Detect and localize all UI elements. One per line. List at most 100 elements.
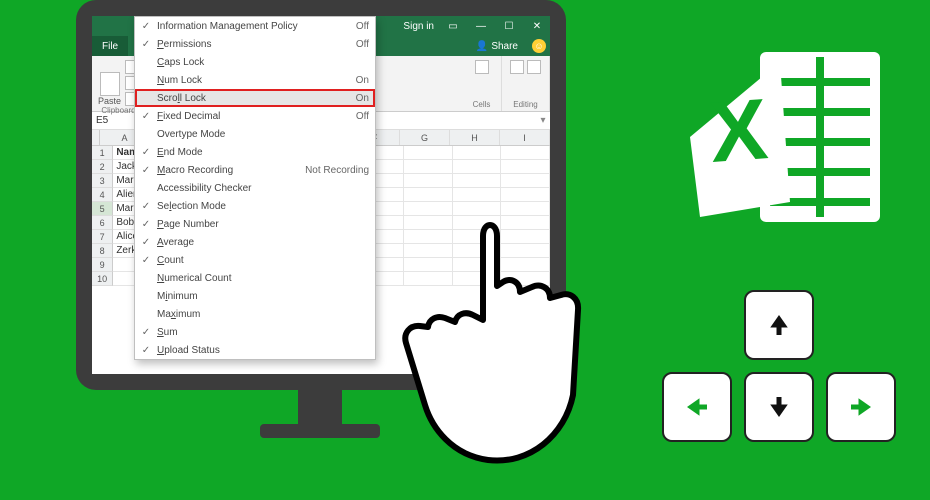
status-menu-item[interactable]: ✓End Mode xyxy=(135,143,375,161)
row-header[interactable]: 9 xyxy=(92,258,113,272)
status-menu-item[interactable]: Numerical Count xyxy=(135,269,375,287)
column-header[interactable]: I xyxy=(500,130,550,145)
editing-group: Editing xyxy=(502,56,550,111)
sort-filter-icon[interactable] xyxy=(527,60,541,74)
status-menu-item[interactable]: Num LockOn xyxy=(135,71,375,89)
row-header[interactable]: 8 xyxy=(92,244,113,258)
status-menu-label: Scroll Lock xyxy=(153,93,352,104)
share-button[interactable]: 👤 Share xyxy=(468,36,526,56)
cells-group-label: Cells xyxy=(473,100,491,109)
status-menu-item[interactable]: ✓PermissionsOff xyxy=(135,35,375,53)
status-menu-value: Off xyxy=(352,111,369,122)
paste-label: Paste xyxy=(98,96,121,106)
status-menu-label: Sum xyxy=(153,327,369,338)
row-header[interactable]: 5 xyxy=(92,202,113,216)
status-menu-item[interactable]: ✓Average xyxy=(135,233,375,251)
status-menu-item[interactable]: ✓Macro RecordingNot Recording xyxy=(135,161,375,179)
check-icon: ✓ xyxy=(139,21,153,32)
row-header[interactable]: 4 xyxy=(92,188,113,202)
check-icon: ✓ xyxy=(139,39,153,50)
status-menu-item[interactable]: Caps Lock xyxy=(135,53,375,71)
status-menu-item[interactable]: ✓Selection Mode xyxy=(135,197,375,215)
arrow-key-down[interactable] xyxy=(744,372,814,442)
smiley-feedback-icon[interactable]: ☺ xyxy=(532,39,546,53)
row-header[interactable]: 3 xyxy=(92,174,113,188)
row-header[interactable]: 10 xyxy=(92,272,113,286)
status-menu-item[interactable]: Overtype Mode xyxy=(135,125,375,143)
check-icon: ✓ xyxy=(139,255,153,266)
status-menu-label: Macro Recording xyxy=(153,165,301,176)
cell[interactable] xyxy=(404,160,453,174)
cell[interactable] xyxy=(501,188,550,202)
status-menu-label: Overtype Mode xyxy=(153,129,369,140)
cell[interactable] xyxy=(404,188,453,202)
status-menu-item[interactable]: ✓Count xyxy=(135,251,375,269)
pointing-hand-cursor xyxy=(380,210,600,475)
formula-bar-expand-icon[interactable]: ▾ xyxy=(536,115,550,126)
status-menu-item[interactable]: ✓Information Management PolicyOff xyxy=(135,17,375,35)
row-header[interactable]: 6 xyxy=(92,216,113,230)
status-menu-item[interactable]: Minimum xyxy=(135,287,375,305)
monitor-stand xyxy=(260,388,380,448)
cell[interactable] xyxy=(453,174,502,188)
cell[interactable] xyxy=(404,174,453,188)
arrow-key-right[interactable] xyxy=(826,372,896,442)
cell[interactable] xyxy=(453,146,502,160)
status-menu-item[interactable]: ✓Fixed DecimalOff xyxy=(135,107,375,125)
editing-group-label: Editing xyxy=(513,100,537,109)
column-header[interactable]: G xyxy=(400,130,450,145)
share-label: Share xyxy=(491,41,518,52)
maximize-icon[interactable]: ☐ xyxy=(500,19,518,33)
row-header[interactable]: 2 xyxy=(92,160,113,174)
status-menu-label: Minimum xyxy=(153,291,369,302)
paste-icon[interactable] xyxy=(100,72,120,96)
check-icon: ✓ xyxy=(139,111,153,122)
select-all-corner[interactable] xyxy=(92,130,100,145)
status-menu-label: Numerical Count xyxy=(153,273,369,284)
column-header[interactable]: H xyxy=(450,130,500,145)
autosum-icon[interactable] xyxy=(510,60,524,74)
status-menu-item[interactable]: ✓Upload Status xyxy=(135,341,375,359)
check-icon: ✓ xyxy=(139,201,153,212)
status-menu-item[interactable]: Accessibility Checker xyxy=(135,179,375,197)
check-icon: ✓ xyxy=(139,165,153,176)
cell[interactable] xyxy=(501,160,550,174)
close-icon[interactable]: ✕ xyxy=(528,19,546,33)
cells-group: Cells xyxy=(462,56,502,111)
status-menu-label: Count xyxy=(153,255,369,266)
row-header[interactable]: 1 xyxy=(92,146,113,160)
cell[interactable] xyxy=(501,174,550,188)
status-menu-label: Maximum xyxy=(153,309,369,320)
insert-cells-icon[interactable] xyxy=(475,60,489,74)
minimize-icon[interactable]: — xyxy=(472,19,490,33)
cell[interactable] xyxy=(501,146,550,160)
excel-logo-letter: X xyxy=(707,81,771,181)
cell[interactable] xyxy=(453,160,502,174)
status-menu-label: Page Number xyxy=(153,219,369,230)
status-menu-label: Fixed Decimal xyxy=(153,111,352,122)
status-menu-value: On xyxy=(352,93,369,104)
status-menu-label: Accessibility Checker xyxy=(153,183,369,194)
status-menu-value: Off xyxy=(352,21,369,32)
status-menu-label: Average xyxy=(153,237,369,248)
arrow-keys xyxy=(662,290,896,442)
status-menu-label: Upload Status xyxy=(153,345,369,356)
status-menu-value: Off xyxy=(352,39,369,50)
status-menu-item[interactable]: ✓Page Number xyxy=(135,215,375,233)
arrow-key-left[interactable] xyxy=(662,372,732,442)
share-icon: 👤 xyxy=(476,41,488,52)
status-menu-label: Caps Lock xyxy=(153,57,369,68)
status-menu-item[interactable]: ✓Sum xyxy=(135,323,375,341)
name-box[interactable]: E5 xyxy=(92,112,136,129)
cell[interactable] xyxy=(404,146,453,160)
row-header[interactable]: 7 xyxy=(92,230,113,244)
tab-file[interactable]: File xyxy=(92,36,128,56)
arrow-key-up[interactable] xyxy=(744,290,814,360)
ribbon-display-icon[interactable]: ▭ xyxy=(444,19,462,33)
status-menu-item[interactable]: Maximum xyxy=(135,305,375,323)
status-menu-item[interactable]: Scroll LockOn xyxy=(135,89,375,107)
status-menu-label: Selection Mode xyxy=(153,201,369,212)
status-menu-value: Not Recording xyxy=(301,165,369,176)
cell[interactable] xyxy=(453,188,502,202)
signin-link[interactable]: Sign in xyxy=(403,21,434,32)
